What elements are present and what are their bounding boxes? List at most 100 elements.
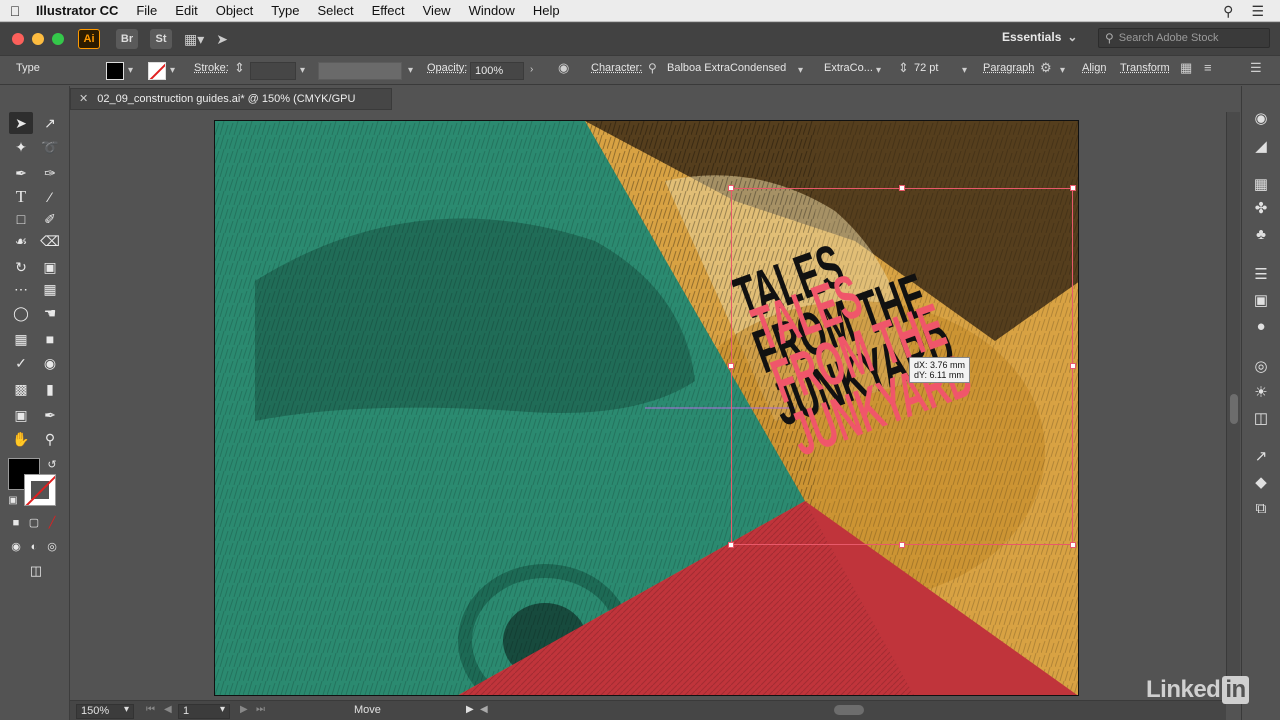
selection-tool-icon[interactable]: ➤ <box>9 112 33 134</box>
control-bar-menu-icon[interactable]: ☰ <box>1250 60 1262 76</box>
curvature-tool-icon[interactable]: ✑ <box>38 162 62 184</box>
font-size-field[interactable]: 72 pt <box>914 62 938 74</box>
last-artboard-icon[interactable]: ⏭ <box>256 704 265 715</box>
hand-tool-icon[interactable]: ✋ <box>9 428 33 450</box>
fill-color-swatch[interactable] <box>106 62 124 80</box>
transparency-panel-icon[interactable]: ● <box>1250 316 1272 338</box>
stroke-weight-stepper-icon[interactable]: ⇕ <box>234 60 245 76</box>
shaper-tool-icon[interactable]: ☙ <box>9 230 33 252</box>
spotlight-search-icon[interactable]: ⚲ <box>1223 0 1233 22</box>
handle-bottom-center[interactable] <box>899 542 905 548</box>
blend-tool-icon[interactable]: ◉ <box>38 352 62 374</box>
perspective-grid-tool-icon[interactable]: ▦ <box>9 328 33 350</box>
menu-edit[interactable]: Edit <box>166 0 206 22</box>
font-family-field[interactable]: Balboa ExtraCondensed <box>667 62 786 74</box>
handle-middle-left[interactable] <box>728 363 734 369</box>
draw-inside-icon[interactable]: ◎ <box>44 536 60 558</box>
font-family-chevron[interactable]: ▾ <box>798 65 803 76</box>
app-menu[interactable]: Illustrator CC <box>30 0 127 22</box>
bridge-button[interactable]: Br <box>116 29 138 49</box>
previous-artboard-icon[interactable]: ◀ <box>164 704 172 715</box>
align-options-icon[interactable]: ≡ <box>1204 60 1212 75</box>
artboard[interactable]: TALES FROM THE JUNKYARD TALES FROM THE J… <box>214 120 1079 696</box>
symbols-panel-icon[interactable]: ♣ <box>1250 224 1272 246</box>
recolor-artwork-icon[interactable]: ◉ <box>558 60 569 76</box>
fill-dropdown-chevron[interactable]: ▾ <box>128 65 133 76</box>
menu-window[interactable]: Window <box>460 0 524 22</box>
none-mode-icon[interactable]: ╱ <box>44 512 60 534</box>
next-artboard-icon[interactable]: ▶ <box>240 704 248 715</box>
rectangle-tool-icon[interactable]: □ <box>9 208 33 230</box>
vertical-scrollbar[interactable] <box>1226 112 1240 700</box>
lasso-tool-icon[interactable]: ➰ <box>38 136 62 158</box>
graphic-styles-panel-icon[interactable]: ☀ <box>1250 382 1272 404</box>
stroke-panel-icon[interactable]: ☰ <box>1250 264 1272 286</box>
stock-button[interactable]: St <box>150 29 172 49</box>
artboard-tool-icon[interactable]: ▣ <box>9 404 33 426</box>
artboards-panel-icon[interactable]: ◫ <box>1250 408 1272 430</box>
handle-top-left[interactable] <box>728 185 734 191</box>
artboard-dropdown-chevron[interactable]: ▾ <box>220 704 225 715</box>
opacity-panel-link[interactable]: Opacity: <box>427 62 467 74</box>
handle-bottom-left[interactable] <box>728 542 734 548</box>
paragraph-panel-link[interactable]: Paragraph <box>983 62 1034 74</box>
vertical-scroll-thumb[interactable] <box>1230 394 1238 424</box>
default-fill-stroke-icon[interactable]: ▣ <box>5 490 21 512</box>
font-style-chevron[interactable]: ▾ <box>876 65 881 76</box>
close-document-icon[interactable]: ✕ <box>79 93 88 105</box>
workspace-switcher[interactable]: Essentials ⌄ <box>1002 30 1077 44</box>
eraser-tool-icon[interactable]: ⌫ <box>38 230 62 252</box>
canvas-area[interactable]: TALES FROM THE JUNKYARD TALES FROM THE J… <box>70 112 1226 700</box>
stroke-color-swatch[interactable] <box>148 62 166 80</box>
rotate-tool-icon[interactable]: ↻ <box>9 256 33 278</box>
menu-effect[interactable]: Effect <box>363 0 414 22</box>
zoom-tool-icon[interactable]: ⚲ <box>38 428 62 450</box>
zoom-window-button[interactable] <box>52 33 64 45</box>
screen-mode-icon[interactable]: ◫ <box>24 560 48 582</box>
export-panel-icon[interactable]: ↗ <box>1250 446 1272 468</box>
live-paint-bucket-icon[interactable]: ☚ <box>38 302 62 324</box>
magic-wand-tool-icon[interactable]: ✦ <box>9 136 33 158</box>
horizontal-scroll-left-icon[interactable]: ◀ <box>480 704 488 715</box>
type-tool-icon[interactable]: T <box>9 186 33 208</box>
shape-builder-tool-icon[interactable]: ◯ <box>9 302 33 324</box>
line-segment-tool-icon[interactable]: ⁄ <box>38 186 62 208</box>
swap-fill-stroke-icon[interactable]: ↺ <box>44 454 60 476</box>
font-size-chevron[interactable]: ▾ <box>962 65 967 76</box>
isolate-object-icon[interactable]: ▦ <box>1180 60 1192 76</box>
font-style-field[interactable]: ExtraCo... <box>824 62 873 74</box>
width-tool-icon[interactable]: ⋯ <box>9 278 33 300</box>
pathfinder-panel-icon[interactable]: ⧉ <box>1250 498 1272 520</box>
pen-tool-icon[interactable]: ✒ <box>9 162 33 184</box>
paintbrush-tool-icon[interactable]: ✐ <box>38 208 62 230</box>
eyedropper-tool-icon[interactable]: ✓ <box>9 352 33 374</box>
draw-behind-icon[interactable]: ◐ <box>26 536 42 558</box>
transform-panel-link[interactable]: Transform <box>1120 62 1170 74</box>
horizontal-scroll-thumb[interactable] <box>834 705 864 715</box>
stroke-weight-chevron[interactable]: ▾ <box>300 65 305 76</box>
free-transform-tool-icon[interactable]: ▦ <box>38 278 62 300</box>
menu-view[interactable]: View <box>414 0 460 22</box>
apple-menu-icon[interactable]:  <box>0 3 30 19</box>
layers-panel-icon[interactable]: ◆ <box>1250 472 1272 494</box>
notification-center-icon[interactable]: ☰ <box>1251 0 1264 22</box>
gradient-panel-icon[interactable]: ▣ <box>1250 290 1272 312</box>
symbol-sprayer-tool-icon[interactable]: ▩ <box>9 378 33 400</box>
properties-panel-icon[interactable]: ◢ <box>1250 136 1272 158</box>
opacity-arrow-icon[interactable]: › <box>530 64 533 75</box>
gradient-tool-icon[interactable]: ■ <box>38 328 62 350</box>
menu-file[interactable]: File <box>127 0 166 22</box>
document-tab[interactable]: ✕ 02_09_construction guides.ai* @ 150% (C… <box>70 88 392 125</box>
first-artboard-icon[interactable]: ⏮ <box>146 704 155 715</box>
swatches-panel-icon[interactable]: ▦ <box>1250 174 1272 196</box>
status-menu-arrow-icon[interactable]: ▶ <box>466 704 474 715</box>
align-panel-link[interactable]: Align <box>1082 62 1106 74</box>
stroke-dropdown-chevron[interactable]: ▾ <box>170 65 175 76</box>
arrange-documents-icon[interactable]: ▦▾ <box>184 31 204 48</box>
font-size-stepper-icon[interactable]: ⇕ <box>898 60 909 76</box>
profile-dropdown-chevron[interactable]: ▾ <box>408 65 413 76</box>
menu-select[interactable]: Select <box>308 0 362 22</box>
handle-bottom-right[interactable] <box>1070 542 1076 548</box>
adobe-stock-search[interactable]: ⚲ Search Adobe Stock <box>1098 28 1270 48</box>
stroke-color-box[interactable] <box>24 474 56 506</box>
